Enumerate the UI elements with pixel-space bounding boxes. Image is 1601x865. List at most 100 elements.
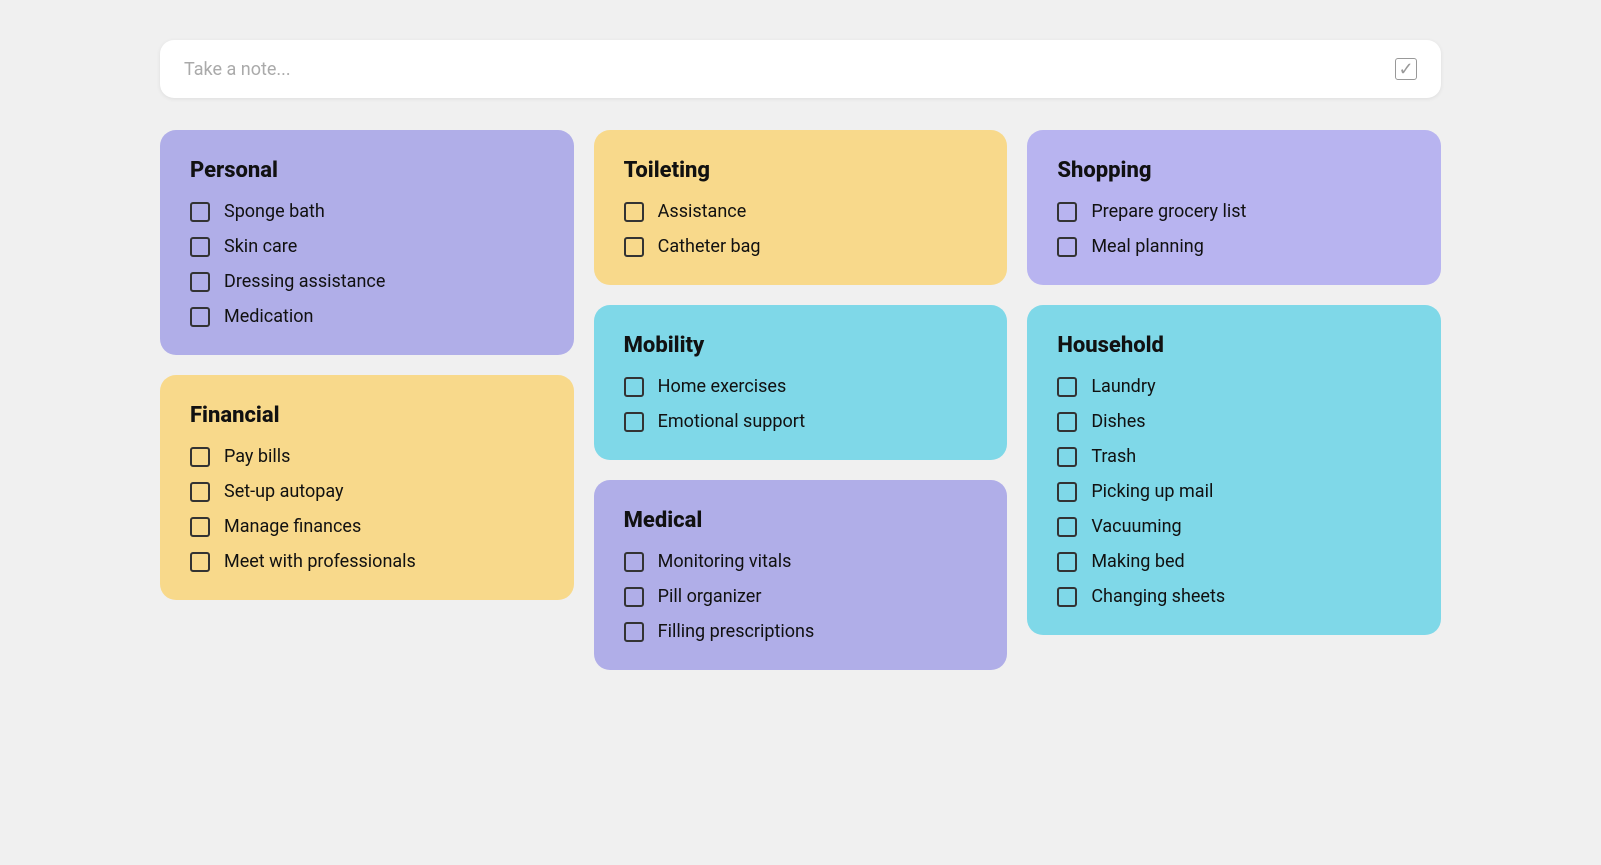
- checkbox-icon[interactable]: [1057, 587, 1077, 607]
- card-household: Household Laundry Dishes Trash Picking up ma…: [1027, 305, 1441, 635]
- task-label: Monitoring vitals: [658, 551, 792, 572]
- column-2: Toileting Assistance Catheter bag Mobility H…: [594, 130, 1008, 670]
- checkbox-icon[interactable]: [190, 447, 210, 467]
- card-title-mobility: Mobility: [624, 333, 978, 358]
- task-label: Manage finances: [224, 516, 361, 537]
- task-list-financial: Pay bills Set-up autopay Manage finances Me…: [190, 446, 544, 572]
- list-item[interactable]: Laundry: [1057, 376, 1411, 397]
- checkbox-icon[interactable]: [1057, 237, 1077, 257]
- list-item[interactable]: Meal planning: [1057, 236, 1411, 257]
- task-label: Assistance: [658, 201, 747, 222]
- task-label: Meet with professionals: [224, 551, 416, 572]
- list-item[interactable]: Set-up autopay: [190, 481, 544, 502]
- task-list-mobility: Home exercises Emotional support: [624, 376, 978, 432]
- task-label: Trash: [1091, 446, 1136, 467]
- checkbox-icon[interactable]: [624, 587, 644, 607]
- list-item[interactable]: Vacuuming: [1057, 516, 1411, 537]
- list-item[interactable]: Dishes: [1057, 411, 1411, 432]
- checkbox-icon[interactable]: [1057, 202, 1077, 222]
- task-list-personal: Sponge bath Skin care Dressing assistance M…: [190, 201, 544, 327]
- checkbox-icon[interactable]: [190, 552, 210, 572]
- card-grid: Personal Sponge bath Skin care Dressing ass…: [160, 130, 1441, 670]
- checkbox-icon[interactable]: [1057, 412, 1077, 432]
- task-label: Medication: [224, 306, 313, 327]
- list-item[interactable]: Medication: [190, 306, 544, 327]
- column-1: Personal Sponge bath Skin care Dressing ass…: [160, 130, 574, 670]
- task-label: Sponge bath: [224, 201, 325, 222]
- checkbox-icon[interactable]: [190, 482, 210, 502]
- task-label: Prepare grocery list: [1091, 201, 1246, 222]
- checkbox-icon[interactable]: [1057, 447, 1077, 467]
- search-bar[interactable]: Take a note... ✓: [160, 40, 1441, 98]
- card-mobility: Mobility Home exercises Emotional support: [594, 305, 1008, 460]
- list-item[interactable]: Home exercises: [624, 376, 978, 397]
- task-list-household: Laundry Dishes Trash Picking up mail Vacuumi…: [1057, 376, 1411, 607]
- task-label: Home exercises: [658, 376, 787, 397]
- search-placeholder: Take a note...: [184, 59, 291, 80]
- list-item[interactable]: Catheter bag: [624, 236, 978, 257]
- list-item[interactable]: Assistance: [624, 201, 978, 222]
- list-item[interactable]: Skin care: [190, 236, 544, 257]
- task-list-toileting: Assistance Catheter bag: [624, 201, 978, 257]
- list-item[interactable]: Prepare grocery list: [1057, 201, 1411, 222]
- task-label: Pay bills: [224, 446, 290, 467]
- checkbox-icon[interactable]: [624, 237, 644, 257]
- checkbox-icon[interactable]: [1057, 552, 1077, 572]
- checkbox-icon[interactable]: [1057, 377, 1077, 397]
- task-label: Catheter bag: [658, 236, 761, 257]
- card-title-personal: Personal: [190, 158, 544, 183]
- card-title-medical: Medical: [624, 508, 978, 533]
- checkbox-icon[interactable]: [624, 412, 644, 432]
- card-toileting: Toileting Assistance Catheter bag: [594, 130, 1008, 285]
- checkbox-icon[interactable]: [190, 307, 210, 327]
- list-item[interactable]: Changing sheets: [1057, 586, 1411, 607]
- list-item[interactable]: Sponge bath: [190, 201, 544, 222]
- card-title-financial: Financial: [190, 403, 544, 428]
- checkbox-icon[interactable]: [190, 272, 210, 292]
- list-item[interactable]: Emotional support: [624, 411, 978, 432]
- task-label: Making bed: [1091, 551, 1184, 572]
- task-label: Vacuuming: [1091, 516, 1181, 537]
- list-item[interactable]: Dressing assistance: [190, 271, 544, 292]
- checkbox-icon[interactable]: [624, 202, 644, 222]
- task-list-shopping: Prepare grocery list Meal planning: [1057, 201, 1411, 257]
- task-label: Laundry: [1091, 376, 1155, 397]
- checkbox-icon[interactable]: [624, 622, 644, 642]
- task-label: Meal planning: [1091, 236, 1203, 257]
- column-3: Shopping Prepare grocery list Meal plannin…: [1027, 130, 1441, 670]
- list-item[interactable]: Pill organizer: [624, 586, 978, 607]
- list-item[interactable]: Monitoring vitals: [624, 551, 978, 572]
- list-item[interactable]: Manage finances: [190, 516, 544, 537]
- task-label: Set-up autopay: [224, 481, 344, 502]
- task-label: Changing sheets: [1091, 586, 1225, 607]
- checkbox-icon[interactable]: [1057, 517, 1077, 537]
- card-personal: Personal Sponge bath Skin care Dressing ass…: [160, 130, 574, 355]
- task-label: Pill organizer: [658, 586, 762, 607]
- task-label: Dishes: [1091, 411, 1145, 432]
- list-item[interactable]: Meet with professionals: [190, 551, 544, 572]
- task-label: Filling prescriptions: [658, 621, 815, 642]
- checkbox-icon[interactable]: [190, 517, 210, 537]
- task-label: Dressing assistance: [224, 271, 385, 292]
- card-financial: Financial Pay bills Set-up autopay Manage f…: [160, 375, 574, 600]
- list-item[interactable]: Pay bills: [190, 446, 544, 467]
- checkbox-icon[interactable]: [190, 237, 210, 257]
- list-item[interactable]: Picking up mail: [1057, 481, 1411, 502]
- checkbox-icon[interactable]: [190, 202, 210, 222]
- task-label: Skin care: [224, 236, 297, 257]
- task-list-medical: Monitoring vitals Pill organizer Filling p…: [624, 551, 978, 642]
- card-medical: Medical Monitoring vitals Pill organizer Fi…: [594, 480, 1008, 670]
- checkbox-icon[interactable]: [624, 552, 644, 572]
- card-title-household: Household: [1057, 333, 1411, 358]
- list-item[interactable]: Making bed: [1057, 551, 1411, 572]
- card-title-toileting: Toileting: [624, 158, 978, 183]
- card-shopping: Shopping Prepare grocery list Meal plannin…: [1027, 130, 1441, 285]
- list-item[interactable]: Filling prescriptions: [624, 621, 978, 642]
- list-item[interactable]: Trash: [1057, 446, 1411, 467]
- check-icon: ✓: [1395, 58, 1417, 80]
- task-label: Emotional support: [658, 411, 806, 432]
- checkbox-icon[interactable]: [1057, 482, 1077, 502]
- checkbox-icon[interactable]: [624, 377, 644, 397]
- card-title-shopping: Shopping: [1057, 158, 1411, 183]
- task-label: Picking up mail: [1091, 481, 1213, 502]
